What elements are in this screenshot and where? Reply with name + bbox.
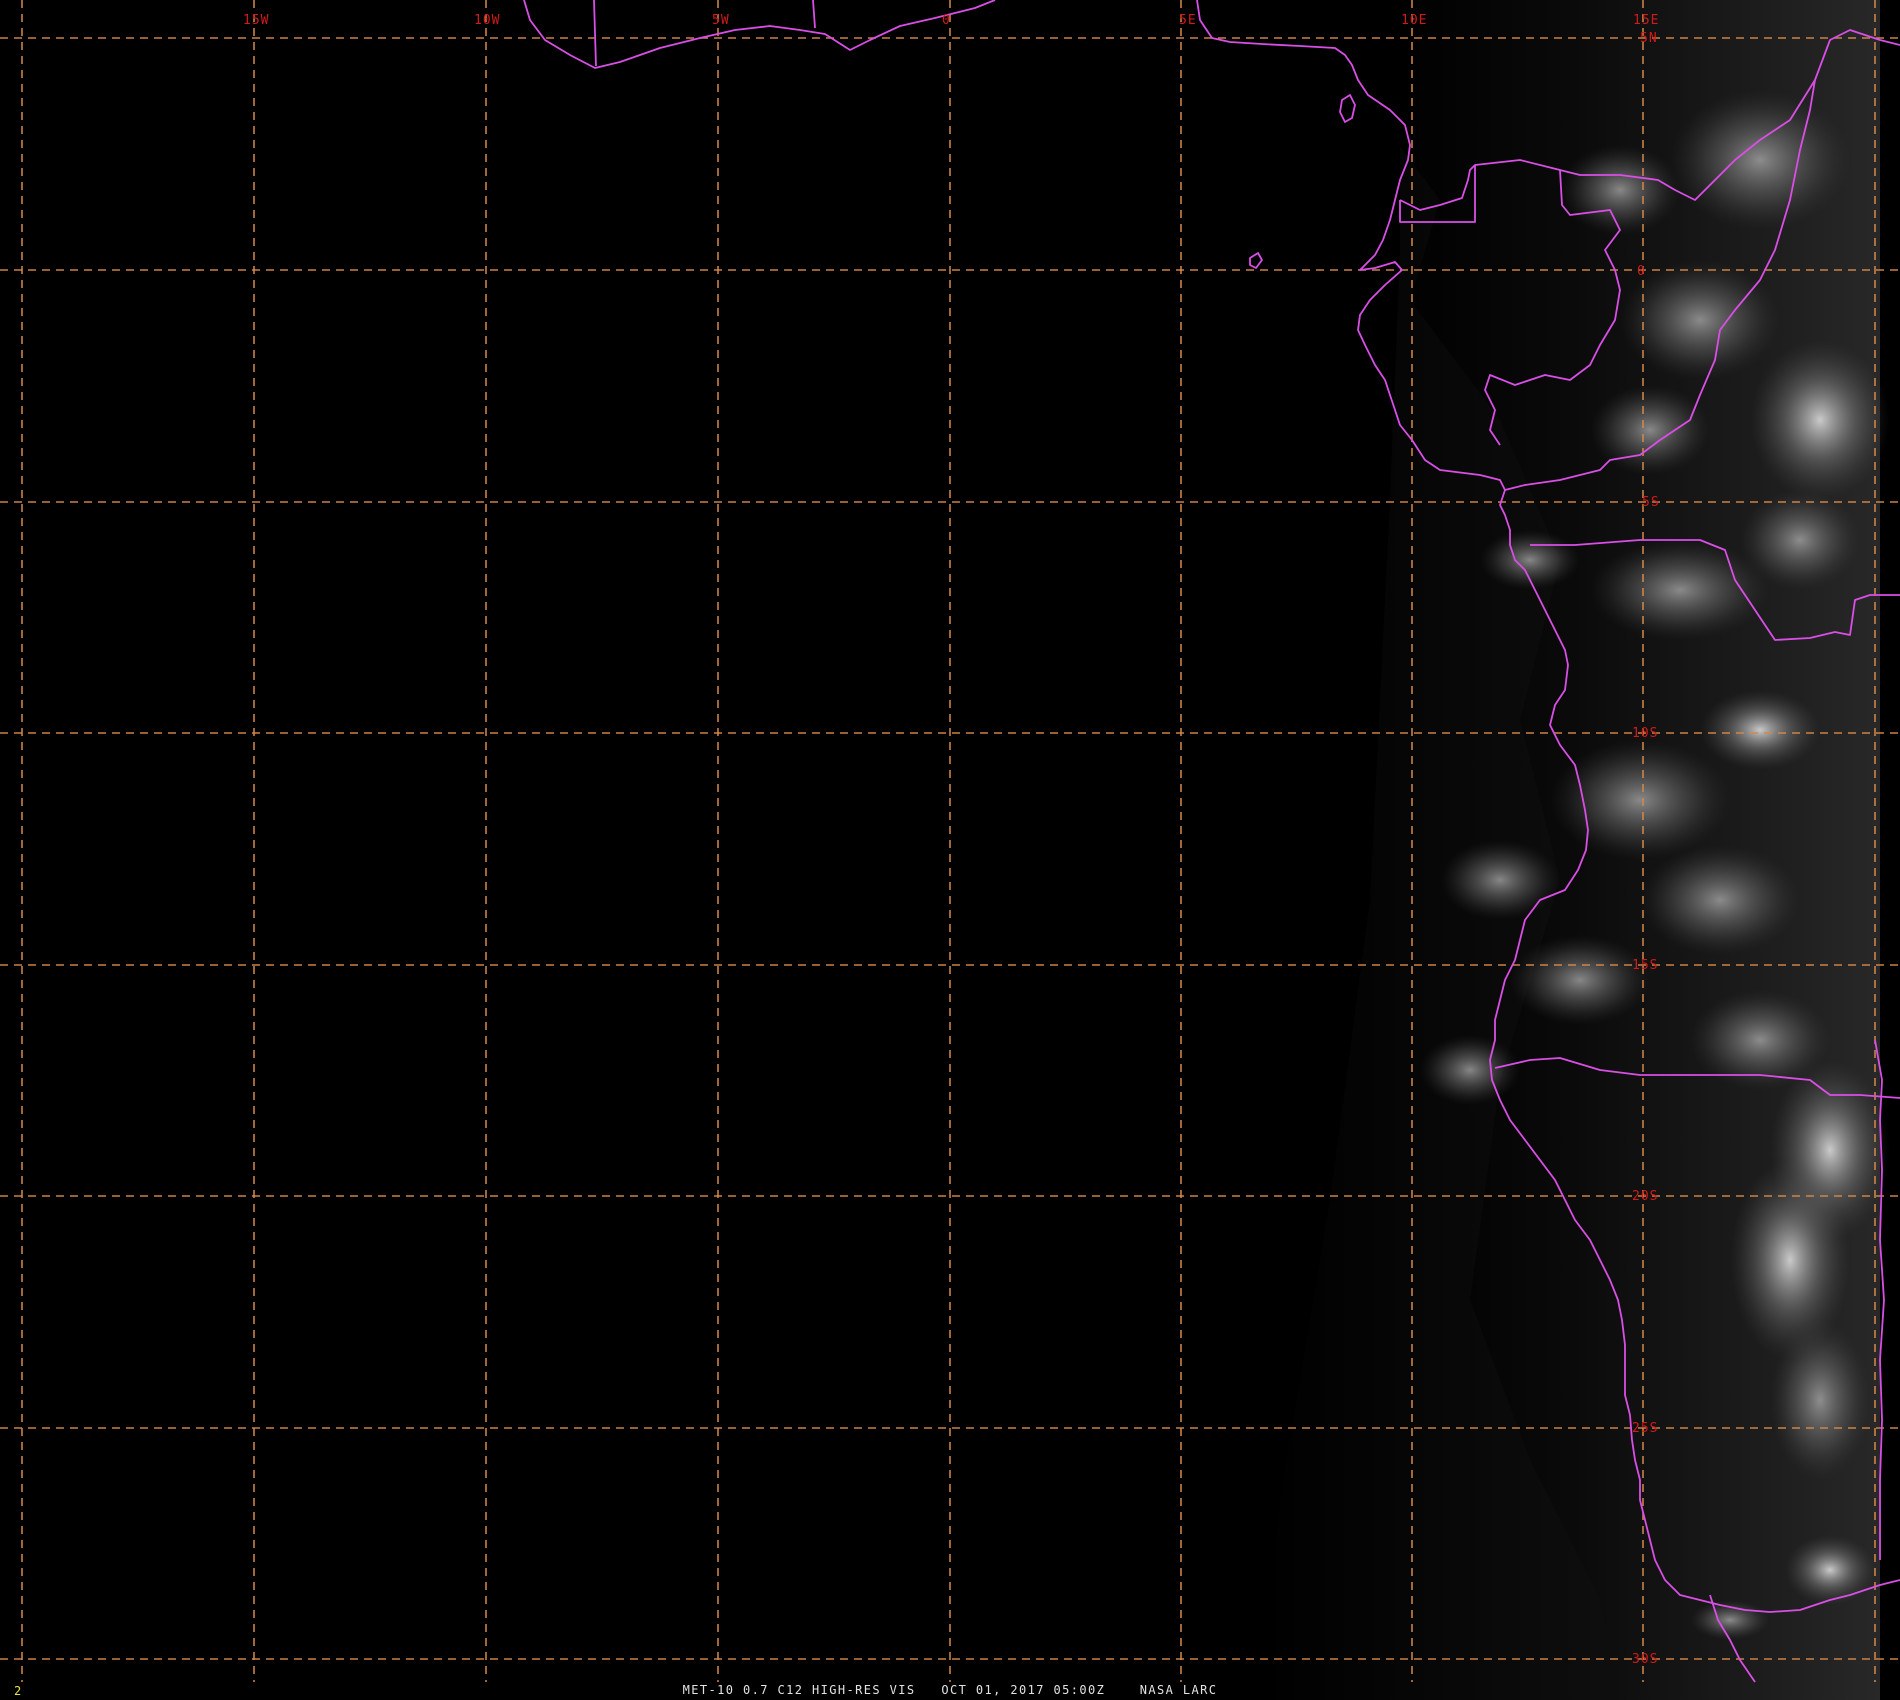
lon-label-10e: 10E [1401, 13, 1427, 28]
lon-label-5e: 5E [1179, 13, 1197, 28]
lat-label-30s: 30S [1632, 1652, 1658, 1667]
bioko-island [1339, 94, 1356, 123]
lat-label-25s: 25S [1632, 1421, 1658, 1436]
lon-label-10w: 10W [474, 13, 500, 28]
lon-label-5w: 5W [712, 13, 730, 28]
lat-label-20s: 20S [1632, 1189, 1658, 1204]
lat-label-5n: 5N [1640, 31, 1658, 46]
satellite-image-viewer: 15W 10W 5W 0 5E 10E 15E 5N 0 5S 10S 15S … [0, 0, 1900, 1700]
lat-label-15s: 15S [1632, 958, 1658, 973]
lat-label-5s: 5S [1642, 495, 1660, 510]
lon-label-15e: 15E [1633, 13, 1659, 28]
lon-label-15w: 15W [243, 13, 269, 28]
lat-label-0: 0 [1637, 264, 1646, 279]
image-caption: MET-10 0.7 C12 HIGH-RES VIS OCT 01, 2017… [682, 1683, 1218, 1697]
lon-label-0: 0 [942, 13, 951, 28]
satellite-map: 15W 10W 5W 0 5E 10E 15E 5N 0 5S 10S 15S … [0, 0, 1900, 1700]
lat-label-10s: 10S [1632, 726, 1658, 741]
sao-tome-island [1249, 252, 1263, 269]
